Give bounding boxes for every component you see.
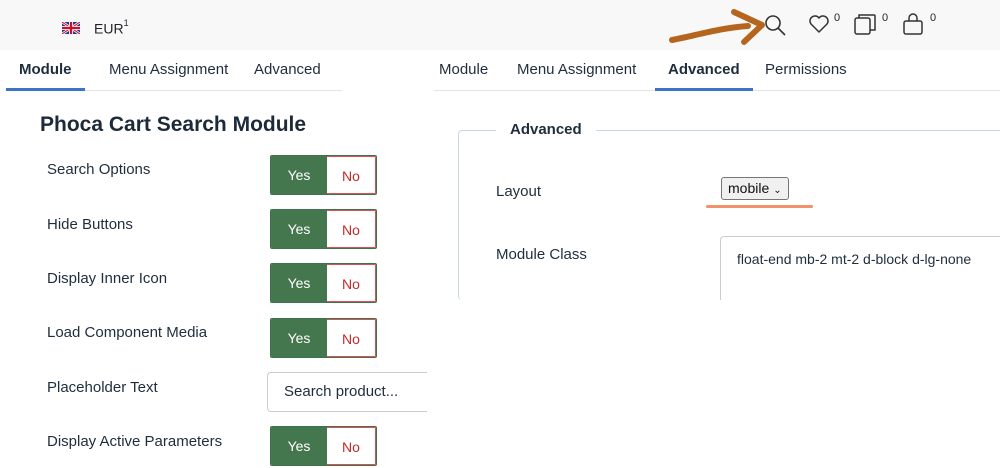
fieldset-legend: Advanced: [496, 121, 596, 138]
display-inner-icon-label: Display Inner Icon: [47, 270, 168, 287]
tab-module[interactable]: Module: [426, 50, 501, 91]
no-option[interactable]: No: [327, 156, 376, 194]
tab-menu-assignment[interactable]: Menu Assignment: [96, 50, 241, 91]
module-class-textarea[interactable]: float-end mb-2 mt-2 d-block d-lg-none: [720, 236, 1000, 300]
heart-icon[interactable]: [808, 13, 830, 35]
highlight-underline: [706, 205, 813, 208]
module-class-label: Module Class: [496, 246, 587, 263]
search-options-toggle[interactable]: Yes No: [270, 155, 377, 195]
layout-select-value: mobile: [728, 180, 770, 196]
currency-code: EUR: [94, 20, 124, 37]
compare-count: 0: [882, 12, 889, 24]
currency-sup: 1: [123, 18, 129, 28]
display-active-parameters-label: Display Active Parameters: [47, 433, 223, 450]
display-inner-icon-toggle[interactable]: Yes No: [270, 263, 377, 303]
tab-permissions[interactable]: Permissions: [752, 50, 860, 91]
yes-option[interactable]: Yes: [271, 264, 327, 302]
hide-buttons-toggle[interactable]: Yes No: [270, 209, 377, 249]
no-option[interactable]: No: [327, 210, 376, 248]
search-options-label: Search Options: [47, 161, 151, 178]
placeholder-text-input[interactable]: Search product...: [267, 372, 427, 412]
currency-selector[interactable]: EUR1: [94, 18, 129, 37]
tab-advanced[interactable]: Advanced: [241, 50, 334, 91]
placeholder-text-label: Placeholder Text: [47, 379, 158, 396]
display-active-parameters-toggle[interactable]: Yes No: [270, 426, 377, 466]
tab-advanced[interactable]: Advanced: [655, 50, 753, 91]
cart-count: 0: [930, 12, 937, 24]
module-tabs-left: Module Menu Assignment Advanced: [6, 50, 342, 91]
wishlist-count: 0: [834, 12, 841, 24]
load-component-media-label: Load Component Media: [47, 324, 208, 341]
yes-option[interactable]: Yes: [271, 210, 327, 248]
module-tabs-right: Module Menu Assignment Advanced Permissi…: [434, 50, 1000, 91]
no-option[interactable]: No: [327, 427, 376, 465]
load-component-media-toggle[interactable]: Yes No: [270, 318, 377, 358]
compare-icon[interactable]: [853, 13, 877, 35]
yes-option[interactable]: Yes: [271, 156, 327, 194]
hide-buttons-label: Hide Buttons: [47, 216, 133, 233]
pointer-arrow-annotation: [669, 9, 765, 45]
shopping-bag-icon[interactable]: [901, 12, 925, 36]
layout-label: Layout: [496, 183, 542, 200]
tab-menu-assignment[interactable]: Menu Assignment: [504, 50, 649, 91]
no-option[interactable]: No: [327, 319, 376, 357]
tab-module[interactable]: Module: [6, 50, 85, 91]
top-bar: EUR1 0 0 0: [0, 0, 1000, 50]
yes-option[interactable]: Yes: [271, 319, 327, 357]
search-icon[interactable]: [763, 11, 787, 39]
chevron-down-icon: ⌄: [773, 185, 782, 196]
yes-option[interactable]: Yes: [271, 427, 327, 465]
no-option[interactable]: No: [327, 264, 376, 302]
uk-flag-icon[interactable]: [62, 22, 80, 34]
layout-select[interactable]: mobile ⌄: [721, 177, 789, 200]
page-title: Phoca Cart Search Module: [40, 113, 307, 136]
